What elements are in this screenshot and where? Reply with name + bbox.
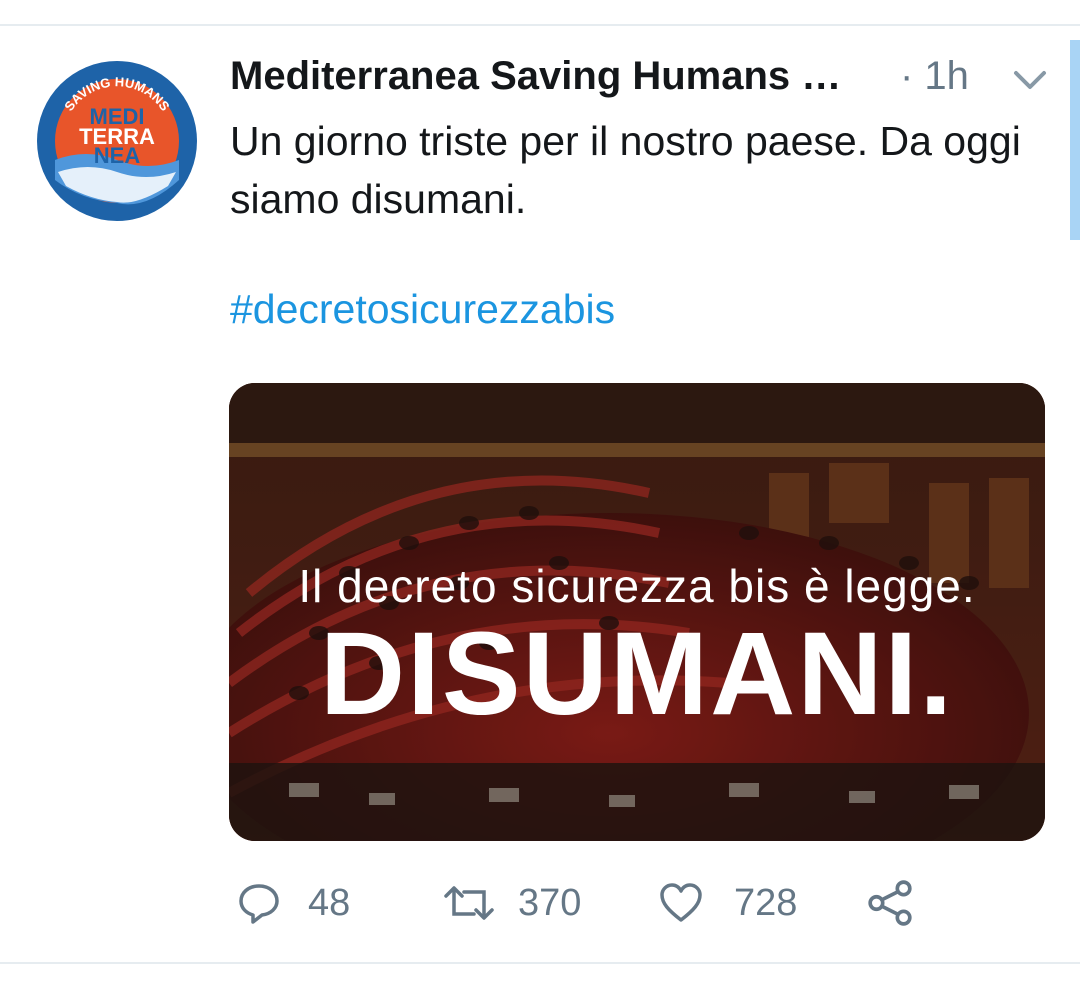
retweet-button[interactable]: 370 — [442, 878, 581, 928]
top-divider — [0, 24, 1080, 26]
bottom-divider — [0, 962, 1080, 964]
reply-count: 48 — [308, 881, 351, 924]
retweet-icon — [444, 886, 494, 920]
mediterranea-logo: SAVING HUMANS MEDI TERRA NEA — [37, 61, 197, 221]
like-count: 728 — [734, 881, 798, 924]
share-button[interactable] — [866, 878, 914, 928]
media-title: DISUMANI. — [319, 608, 955, 740]
tweet-time[interactable]: · 1h — [900, 54, 969, 99]
like-icon — [660, 883, 702, 922]
chevron-down-icon[interactable] — [1012, 68, 1048, 92]
logo-line-3: NEA — [94, 143, 141, 168]
retweet-count: 370 — [518, 881, 582, 924]
hashtag-link[interactable]: #decretosicurezzabis — [230, 286, 615, 333]
reply-button[interactable]: 48 — [236, 878, 350, 928]
like-button[interactable]: 728 — [658, 878, 797, 928]
reply-icon — [239, 884, 279, 924]
scrollbar[interactable] — [1070, 40, 1080, 240]
author-name[interactable]: Mediterranea Saving Humans … — [230, 54, 841, 99]
avatar[interactable]: SAVING HUMANS MEDI TERRA NEA — [36, 60, 198, 222]
tweet-media-image[interactable]: Il decreto sicurezza bis è legge. DISUMA… — [229, 383, 1045, 841]
media-headline: Il decreto sicurezza bis è legge. — [298, 560, 976, 612]
share-icon — [868, 880, 912, 926]
tweet-text: Un giorno triste per il nostro paese. Da… — [230, 118, 1021, 222]
